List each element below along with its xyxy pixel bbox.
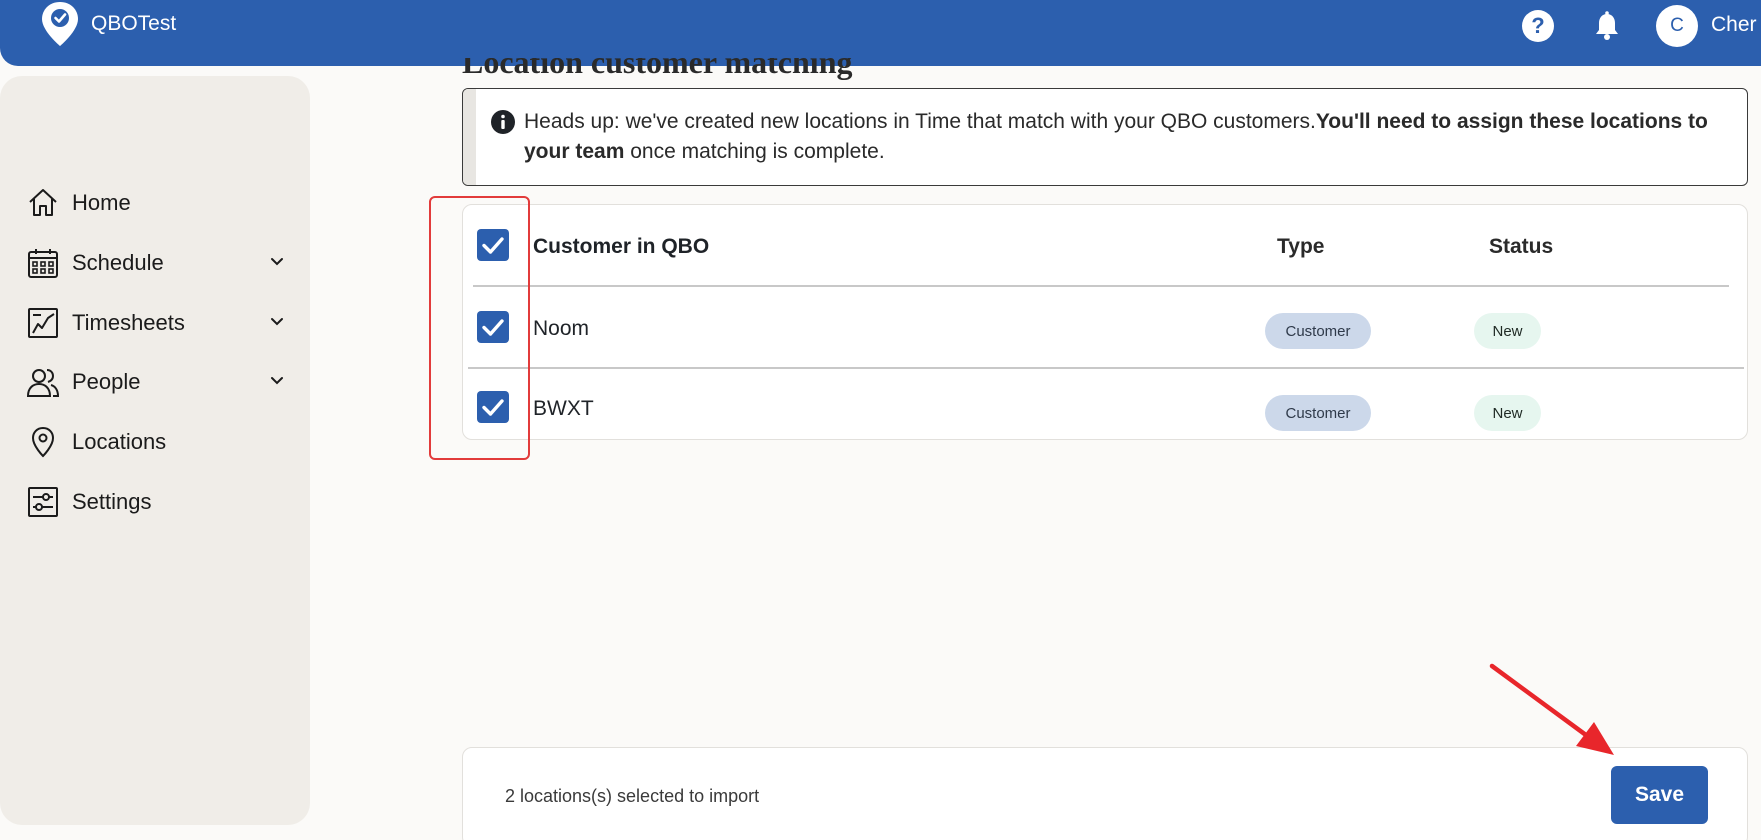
sidebar-item-settings[interactable]: Settings [26,480,286,524]
type-badge: Customer [1265,313,1371,349]
sidebar-item-label: People [72,369,141,394]
svg-text:?: ? [1531,13,1544,38]
table-row: BWXT Customer New [463,367,1747,447]
customer-name: BWXT [533,397,594,420]
chevron-down-icon[interactable] [268,372,286,390]
sidebar-item-schedule[interactable]: Schedule [26,241,286,285]
chevron-down-icon[interactable] [268,253,286,271]
app-name: QBOTest [91,12,177,35]
info-icon [491,110,515,134]
alert-text-plain: Heads up: we've created new locations in… [524,110,1316,133]
status-badge: New [1474,313,1541,349]
sidebar: Home Schedule Timesheets People Location… [0,76,310,825]
annotation-highlight-box [429,196,530,460]
annotation-arrow-icon [1489,663,1614,755]
bell-icon[interactable] [1591,10,1623,42]
timesheet-icon [28,308,58,338]
sidebar-item-locations[interactable]: Locations [26,420,286,464]
alert-message: Heads up: we've created new locations in… [524,107,1714,167]
save-button[interactable]: Save [1611,766,1708,824]
sidebar-item-label: Timesheets [72,310,185,335]
alert-text-tail: once matching is complete. [624,140,885,163]
top-bar: QBOTest ? C Cher [0,0,1761,66]
home-icon [29,189,57,216]
table-header-row: Customer in QBO Type Status [463,205,1747,285]
avatar[interactable]: C [1656,5,1698,47]
sidebar-item-label: Schedule [72,250,164,275]
customer-table: Customer in QBO Type Status Noom Custome… [462,204,1748,440]
sidebar-item-home[interactable]: Home [26,181,286,225]
sidebar-item-label: Locations [72,429,167,454]
help-icon[interactable]: ? [1520,8,1556,44]
column-header-status[interactable]: Status [1489,235,1553,259]
user-name[interactable]: Cher [1711,13,1757,37]
sidebar-item-label: Home [72,190,131,215]
type-badge: Customer [1265,395,1371,431]
column-header-customer[interactable]: Customer in QBO [533,235,709,259]
calendar-icon [28,249,58,278]
sidebar-item-timesheets[interactable]: Timesheets [26,301,286,345]
sidebar-item-label: Settings [72,489,152,514]
status-badge: New [1474,395,1541,431]
column-header-type[interactable]: Type [1277,235,1324,259]
logo-pin-icon[interactable] [40,0,80,50]
settings-icon [28,487,58,517]
location-pin-icon [31,426,55,458]
import-footer: 2 locations(s) selected to import Save [462,747,1748,840]
table-row: Noom Customer New [463,285,1747,365]
info-alert: Heads up: we've created new locations in… [462,88,1748,186]
sidebar-item-people[interactable]: People [26,360,286,404]
chevron-down-icon[interactable] [268,313,286,331]
customer-name: Noom [533,317,590,340]
people-icon [26,369,60,397]
selection-count: 2 locations(s) selected to import [505,786,760,806]
alert-accent-bar [463,89,476,185]
